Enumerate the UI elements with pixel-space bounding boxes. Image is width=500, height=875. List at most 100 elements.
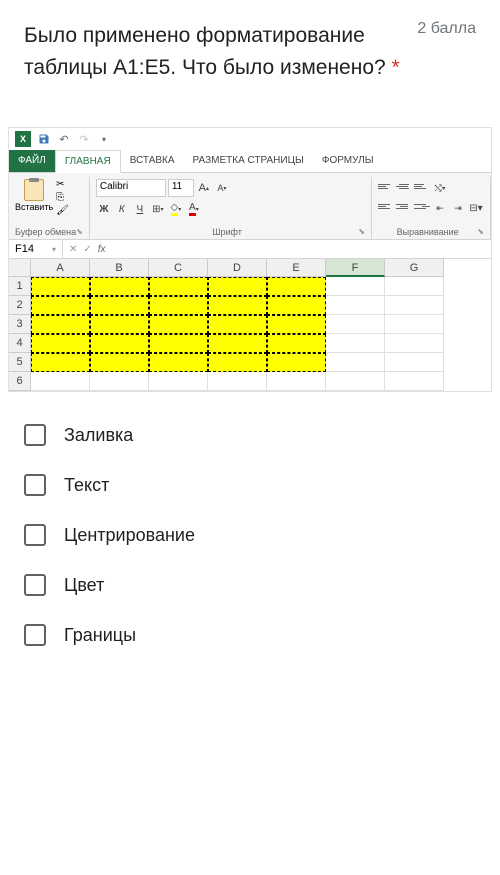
col-header[interactable]: D bbox=[208, 259, 267, 277]
option-centering[interactable]: Центрирование bbox=[24, 524, 476, 546]
cell[interactable] bbox=[31, 315, 90, 334]
cell[interactable] bbox=[31, 277, 90, 296]
cell[interactable] bbox=[31, 334, 90, 353]
checkbox[interactable] bbox=[24, 474, 46, 496]
cell[interactable] bbox=[385, 372, 444, 391]
cell[interactable] bbox=[208, 353, 267, 372]
font-size-select[interactable]: 11 bbox=[168, 179, 194, 197]
cut-icon[interactable]: ✂ bbox=[56, 179, 69, 190]
cell[interactable] bbox=[31, 296, 90, 315]
cell[interactable] bbox=[208, 296, 267, 315]
col-header[interactable]: A bbox=[31, 259, 90, 277]
copy-icon[interactable]: ⎘ bbox=[56, 192, 69, 203]
cell[interactable] bbox=[149, 334, 208, 353]
fill-color-button[interactable]: ◇▾ bbox=[168, 200, 184, 218]
option-color[interactable]: Цвет bbox=[24, 574, 476, 596]
cell[interactable] bbox=[267, 334, 326, 353]
font-name-select[interactable]: Calibri bbox=[96, 179, 166, 197]
format-painter-icon[interactable]: 🖌 bbox=[56, 205, 69, 216]
cell[interactable] bbox=[326, 334, 385, 353]
cell[interactable] bbox=[326, 296, 385, 315]
col-header[interactable]: F bbox=[326, 259, 385, 277]
cell[interactable] bbox=[90, 334, 149, 353]
merge-button[interactable]: ⊟▾ bbox=[468, 199, 484, 217]
font-color-button[interactable]: A▾ bbox=[186, 200, 202, 218]
cell[interactable] bbox=[149, 277, 208, 296]
col-header[interactable]: C bbox=[149, 259, 208, 277]
tab-file[interactable]: ФАЙЛ bbox=[9, 150, 55, 172]
dialog-launcher-icon[interactable]: ⬊ bbox=[76, 227, 83, 237]
dialog-launcher-icon[interactable]: ⬊ bbox=[477, 227, 484, 237]
tab-formulas[interactable]: ФОРМУЛЫ bbox=[313, 150, 383, 172]
cell[interactable] bbox=[326, 315, 385, 334]
formula-bar[interactable] bbox=[112, 246, 491, 252]
cell[interactable] bbox=[90, 353, 149, 372]
tab-pagelayout[interactable]: РАЗМЕТКА СТРАНИЦЫ bbox=[184, 150, 313, 172]
option-borders[interactable]: Границы bbox=[24, 624, 476, 646]
cell[interactable] bbox=[267, 372, 326, 391]
cell[interactable] bbox=[208, 315, 267, 334]
row-header[interactable]: 1 bbox=[9, 277, 31, 296]
tab-insert[interactable]: ВСТАВКА bbox=[121, 150, 184, 172]
name-box[interactable]: F14 ▾ bbox=[9, 240, 63, 258]
cell[interactable] bbox=[267, 315, 326, 334]
align-right-icon[interactable] bbox=[414, 199, 430, 213]
cell[interactable] bbox=[267, 277, 326, 296]
row-header[interactable]: 4 bbox=[9, 334, 31, 353]
borders-button[interactable]: ⊞▾ bbox=[150, 200, 166, 218]
cell[interactable] bbox=[90, 315, 149, 334]
row-header[interactable]: 5 bbox=[9, 353, 31, 372]
align-bottom-icon[interactable] bbox=[414, 179, 430, 193]
cell[interactable] bbox=[208, 372, 267, 391]
cell[interactable] bbox=[267, 353, 326, 372]
checkbox[interactable] bbox=[24, 624, 46, 646]
cell[interactable] bbox=[90, 296, 149, 315]
checkbox[interactable] bbox=[24, 424, 46, 446]
fx-icon[interactable]: fx bbox=[98, 244, 106, 255]
cell[interactable] bbox=[90, 277, 149, 296]
col-header[interactable]: E bbox=[267, 259, 326, 277]
cell[interactable] bbox=[31, 372, 90, 391]
cell[interactable] bbox=[149, 353, 208, 372]
decrease-font-icon[interactable]: A▾ bbox=[214, 179, 230, 197]
cell[interactable] bbox=[31, 353, 90, 372]
bold-button[interactable]: Ж bbox=[96, 200, 112, 218]
enter-icon[interactable]: ✓ bbox=[83, 244, 91, 255]
italic-button[interactable]: К bbox=[114, 200, 130, 218]
checkbox[interactable] bbox=[24, 574, 46, 596]
option-text[interactable]: Текст bbox=[24, 474, 476, 496]
cell[interactable] bbox=[326, 353, 385, 372]
select-all-corner[interactable] bbox=[9, 259, 31, 277]
decrease-indent-icon[interactable]: ⇤ bbox=[432, 199, 448, 217]
increase-font-icon[interactable]: A▴ bbox=[196, 179, 212, 197]
orientation-icon[interactable]: ⤭▾ bbox=[432, 179, 448, 197]
cell[interactable] bbox=[326, 277, 385, 296]
cell[interactable] bbox=[208, 334, 267, 353]
cell[interactable] bbox=[149, 372, 208, 391]
cell[interactable] bbox=[149, 315, 208, 334]
option-fill[interactable]: Заливка bbox=[24, 424, 476, 446]
cell[interactable] bbox=[208, 277, 267, 296]
align-left-icon[interactable] bbox=[378, 199, 394, 213]
row-header[interactable]: 2 bbox=[9, 296, 31, 315]
paste-button[interactable]: Вставить bbox=[15, 179, 53, 212]
cell[interactable] bbox=[149, 296, 208, 315]
cell[interactable] bbox=[385, 334, 444, 353]
cancel-icon[interactable]: ✕ bbox=[69, 244, 77, 255]
col-header[interactable]: B bbox=[90, 259, 149, 277]
cell[interactable] bbox=[385, 315, 444, 334]
align-middle-icon[interactable] bbox=[396, 179, 412, 193]
cell[interactable] bbox=[385, 353, 444, 372]
row-header[interactable]: 6 bbox=[9, 372, 31, 391]
tab-home[interactable]: ГЛАВНАЯ bbox=[55, 150, 121, 173]
align-top-icon[interactable] bbox=[378, 179, 394, 193]
cell[interactable] bbox=[90, 372, 149, 391]
align-center-icon[interactable] bbox=[396, 199, 412, 213]
checkbox[interactable] bbox=[24, 524, 46, 546]
col-header[interactable]: G bbox=[385, 259, 444, 277]
row-header[interactable]: 3 bbox=[9, 315, 31, 334]
dialog-launcher-icon[interactable]: ⬊ bbox=[358, 227, 365, 237]
cell[interactable] bbox=[267, 296, 326, 315]
cell[interactable] bbox=[326, 372, 385, 391]
underline-button[interactable]: Ч bbox=[132, 200, 148, 218]
